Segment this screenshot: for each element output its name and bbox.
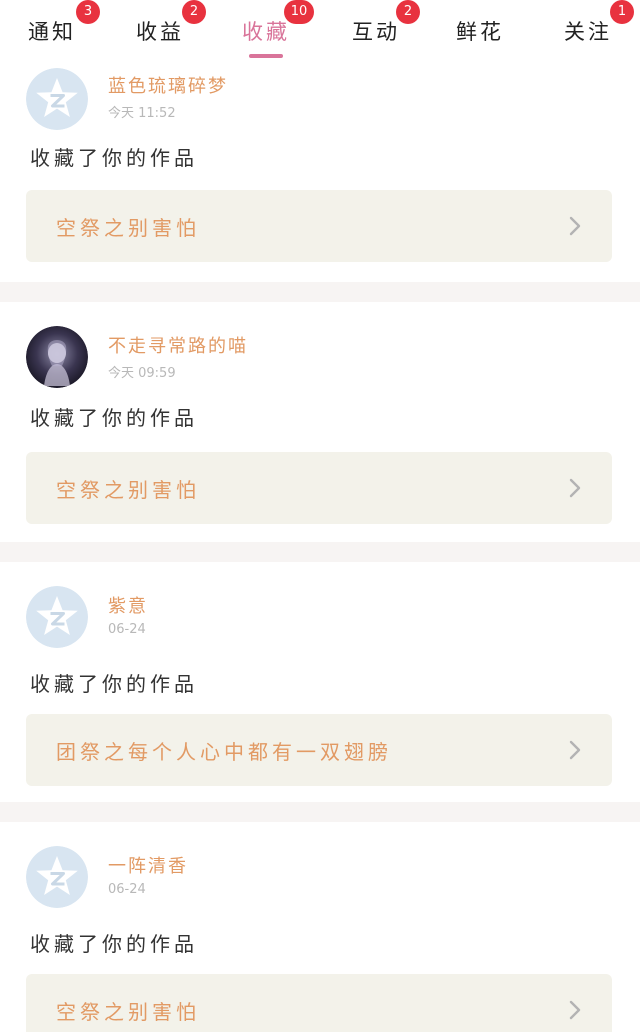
qzone-default-avatar-icon[interactable] (26, 846, 88, 908)
chevron-right-icon (569, 740, 581, 760)
tab-badge: 3 (76, 0, 100, 24)
action-text: 收藏了你的作品 (30, 672, 198, 696)
work-title: 团祭之每个人心中都有一双翅膀 (56, 740, 392, 764)
work-link[interactable]: 空祭之别害怕 (26, 974, 612, 1032)
timestamp: 06-24 (108, 882, 146, 897)
chevron-right-icon (569, 216, 581, 236)
user-name[interactable]: 一阵清香 (108, 852, 188, 878)
tab-label: 鲜花 (456, 20, 504, 44)
tab-badge: 10 (284, 0, 314, 24)
tab-flowers[interactable]: 鲜花 (438, 8, 522, 64)
list-item[interactable]: 不走寻常路的喵 今天 09:59 收藏了你的作品 空祭之别害怕 (0, 302, 640, 542)
app-screen: 通知 3 收益 2 收藏 10 互动 2 鲜花 关注 1 蓝色琉璃碎梦 今天 1… (0, 0, 640, 1032)
tab-label: 关注 (564, 20, 612, 44)
user-name[interactable]: 蓝色琉璃碎梦 (108, 72, 228, 98)
tab-follow[interactable]: 关注 1 (546, 0, 634, 64)
tab-interactions[interactable]: 互动 2 (334, 0, 420, 64)
tab-label: 通知 (28, 20, 76, 44)
work-link[interactable]: 空祭之别害怕 (26, 452, 612, 524)
user-name[interactable]: 紫意 (108, 592, 148, 618)
qzone-default-avatar-icon[interactable] (26, 68, 88, 130)
user-photo-avatar[interactable] (26, 326, 88, 388)
active-tab-indicator (249, 54, 283, 58)
work-title: 空祭之别害怕 (56, 216, 200, 240)
tab-bar: 通知 3 收益 2 收藏 10 互动 2 鲜花 关注 1 (0, 0, 640, 64)
work-link[interactable]: 空祭之别害怕 (26, 190, 612, 262)
action-text: 收藏了你的作品 (30, 406, 198, 430)
tab-badge: 1 (610, 0, 634, 24)
user-name[interactable]: 不走寻常路的喵 (108, 332, 248, 358)
action-text: 收藏了你的作品 (30, 146, 198, 170)
tab-notifications[interactable]: 通知 3 (10, 0, 100, 64)
tab-label: 互动 (352, 20, 400, 44)
chevron-right-icon (569, 1000, 581, 1020)
tab-badge: 2 (182, 0, 206, 24)
tab-label: 收益 (136, 20, 184, 44)
work-title: 空祭之别害怕 (56, 1000, 200, 1024)
action-text: 收藏了你的作品 (30, 932, 198, 956)
tab-label: 收藏 (242, 20, 290, 44)
work-link[interactable]: 团祭之每个人心中都有一双翅膀 (26, 714, 612, 786)
qzone-default-avatar-icon[interactable] (26, 586, 88, 648)
list-item[interactable]: 紫意 06-24 收藏了你的作品 团祭之每个人心中都有一双翅膀 (0, 562, 640, 802)
timestamp: 06-24 (108, 622, 146, 637)
work-title: 空祭之别害怕 (56, 478, 200, 502)
list-item[interactable]: 一阵清香 06-24 收藏了你的作品 空祭之别害怕 (0, 822, 640, 1032)
list-item[interactable]: 蓝色琉璃碎梦 今天 11:52 收藏了你的作品 空祭之别害怕 (0, 62, 640, 282)
timestamp: 今天 09:59 (108, 366, 176, 381)
tab-favorites[interactable]: 收藏 10 (224, 0, 314, 64)
tab-badge: 2 (396, 0, 420, 24)
chevron-right-icon (569, 478, 581, 498)
timestamp: 今天 11:52 (108, 106, 176, 121)
tab-earnings[interactable]: 收益 2 (118, 0, 206, 64)
